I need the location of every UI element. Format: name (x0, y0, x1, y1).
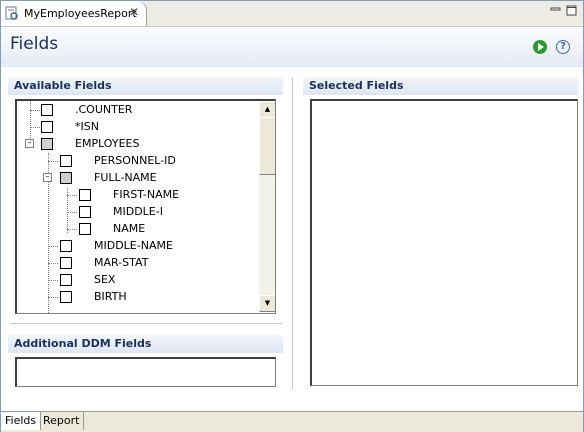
tree-item-label: .COUNTER (75, 103, 133, 116)
tab-report[interactable]: Report (39, 412, 85, 430)
additional-ddm-fields-box[interactable] (15, 357, 276, 387)
tree-item-label: MAR-STAT (94, 256, 149, 269)
checkbox[interactable] (60, 291, 72, 303)
maximize-icon[interactable] (566, 5, 577, 16)
available-fields-tree[interactable]: .COUNTER *ISN – EMPLOYEES PERSONNEL-ID –… (15, 99, 276, 314)
tree-item[interactable]: SEX (17, 272, 257, 288)
tree-item[interactable]: .COUNTER (17, 102, 257, 118)
checkbox[interactable] (60, 155, 72, 167)
checkbox[interactable] (79, 206, 91, 218)
tree-item[interactable]: MAR-STAT (17, 255, 257, 271)
tree-item[interactable]: NAME (17, 221, 257, 237)
editor-window: MyEmployeesReport ✕ Fields ? Available F… (0, 0, 584, 432)
checkbox[interactable] (41, 121, 53, 133)
scroll-down-icon[interactable]: ▼ (259, 295, 275, 312)
tree-item-label: MIDDLE-NAME (94, 239, 173, 252)
tab-fields[interactable]: Fields (1, 412, 42, 430)
close-icon[interactable]: ✕ (129, 5, 139, 19)
tree-item[interactable]: PERSONNEL-ID (17, 153, 257, 169)
tree-item-label: *ISN (75, 120, 99, 133)
checkbox[interactable] (79, 223, 91, 235)
tree-item[interactable]: – EMPLOYEES (17, 136, 257, 152)
checkbox[interactable] (60, 240, 72, 252)
checkbox[interactable] (79, 189, 91, 201)
tree-item-label: EMPLOYEES (75, 137, 140, 150)
tree-scrollbar[interactable]: ▲ ▼ (259, 101, 275, 312)
tree-item[interactable]: BIRTH (17, 289, 257, 305)
tree-item-label: BIRTH (94, 290, 127, 303)
page-title: Fields (10, 34, 59, 54)
editor-page-tabs: Fields Report (1, 411, 583, 432)
tree-item-label: FIRST-NAME (113, 188, 180, 201)
checkbox[interactable] (60, 274, 72, 286)
checkbox[interactable] (41, 104, 53, 116)
tree-item-label: PERSONNEL-ID (94, 154, 176, 167)
tree-item-label: MIDDLE-I (113, 205, 163, 218)
form-header: Fields ? (1, 27, 583, 67)
tree-item-label: FULL-NAME (94, 171, 157, 184)
additional-ddm-section-header: Additional DDM Fields (8, 335, 283, 353)
available-fields-heading: Available Fields (14, 79, 112, 92)
tree-item[interactable]: – FULL-NAME (17, 170, 257, 186)
selected-fields-heading: Selected Fields (309, 79, 404, 92)
report-file-icon (5, 6, 18, 20)
checkbox[interactable] (60, 257, 72, 269)
checkbox[interactable] (41, 138, 53, 150)
tree-item[interactable]: MIDDLE-I (17, 204, 257, 220)
scroll-thumb[interactable] (259, 117, 275, 175)
available-fields-section-header: Available Fields (8, 77, 283, 95)
selected-fields-list[interactable] (310, 99, 578, 386)
tree-item-label: NAME (113, 222, 146, 235)
collapse-icon[interactable]: – (25, 139, 34, 148)
panel-divider[interactable] (292, 77, 293, 389)
editor-tab[interactable]: MyEmployeesReport ✕ (1, 1, 147, 26)
editor-tab-strip: MyEmployeesReport ✕ (1, 1, 583, 27)
scroll-up-icon[interactable]: ▲ (259, 101, 275, 118)
checkbox[interactable] (60, 172, 72, 184)
form-page: Fields ? Available Fields .COUNTER *ISN (1, 27, 583, 410)
editor-tab-label: MyEmployeesReport (24, 7, 137, 20)
tree-item-label: SEX (94, 273, 116, 286)
collapse-icon[interactable]: – (43, 173, 52, 182)
tree-item[interactable]: MIDDLE-NAME (17, 238, 257, 254)
additional-ddm-heading: Additional DDM Fields (14, 337, 152, 350)
run-icon[interactable] (533, 40, 547, 54)
tree-item[interactable]: *ISN (17, 119, 257, 135)
tree-item[interactable]: FIRST-NAME (17, 187, 257, 203)
help-icon[interactable]: ? (556, 40, 570, 54)
section-separator (10, 323, 282, 324)
selected-fields-section-header: Selected Fields (303, 77, 578, 95)
minimize-icon[interactable] (550, 5, 561, 16)
